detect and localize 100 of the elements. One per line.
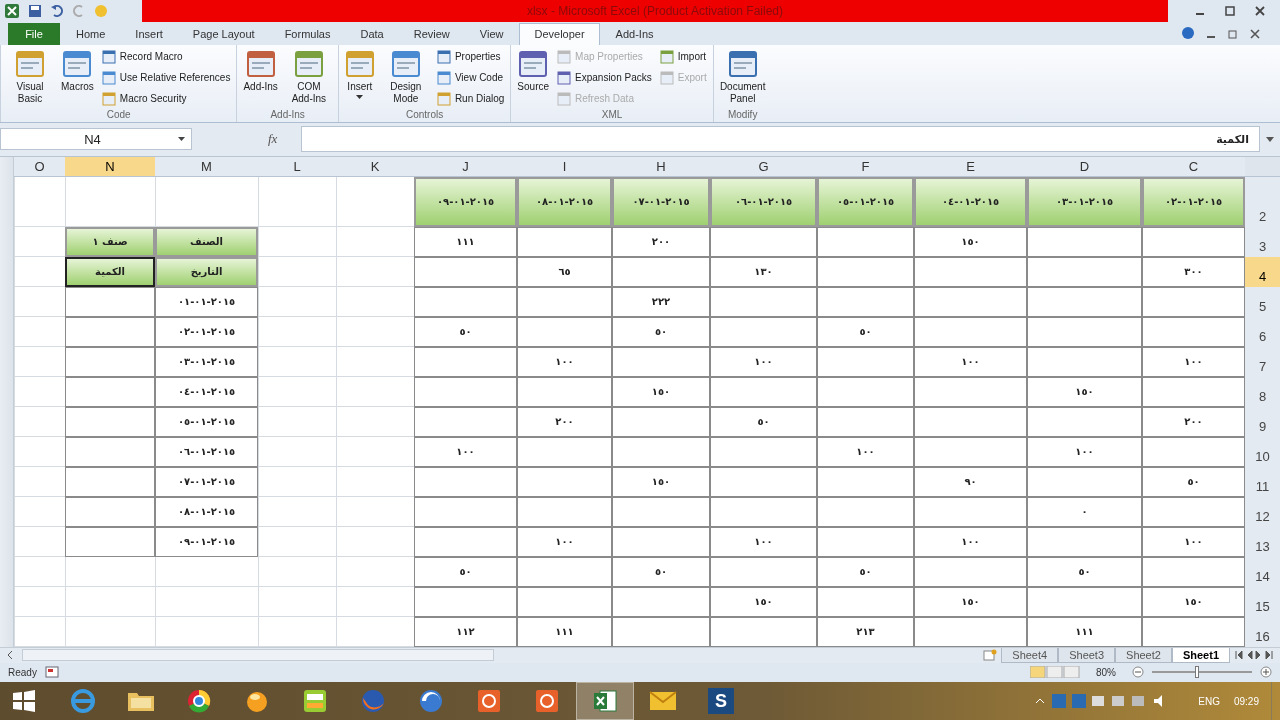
ribbon-tab[interactable]: Developer <box>519 23 600 45</box>
sheet-tab[interactable]: Sheet4 <box>1001 647 1059 663</box>
tab-navigation-icon[interactable] <box>1234 650 1274 661</box>
column-header[interactable]: G <box>710 156 817 177</box>
caret-icon <box>356 95 364 99</box>
close-icon[interactable] <box>1249 28 1261 40</box>
zoom-level[interactable]: 80% <box>1096 666 1116 678</box>
row-header[interactable]: 14 <box>1245 556 1280 587</box>
ribbon-tab[interactable]: Home <box>62 23 120 45</box>
row-header[interactable]: 4 <box>1245 256 1280 287</box>
ribbon-button[interactable]: Properties <box>434 47 507 67</box>
ribbon-button[interactable]: Macro Security <box>99 89 233 109</box>
ribbon-button[interactable]: Use Relative References <box>99 68 233 88</box>
undo-icon[interactable] <box>50 4 64 18</box>
ribbon-tab[interactable]: Data <box>346 23 398 45</box>
expand-icon[interactable] <box>1266 136 1274 142</box>
save-icon[interactable] <box>28 4 42 18</box>
maximize-icon[interactable] <box>1224 5 1236 17</box>
ribbon-button[interactable]: Document Panel <box>717 47 768 107</box>
row-header[interactable]: 13 <box>1245 526 1280 557</box>
column-header[interactable]: K <box>336 156 414 177</box>
window-icon <box>557 92 572 106</box>
status-text: Ready <box>8 666 37 678</box>
column-header[interactable]: M <box>155 156 258 177</box>
sheet-tab[interactable]: Sheet3 <box>1058 647 1116 663</box>
ribbon-tab[interactable]: Review <box>399 23 464 45</box>
help-icon[interactable] <box>1181 26 1195 40</box>
row-header[interactable]: 2 <box>1245 176 1280 227</box>
ribbon-tab[interactable]: Add-Ins <box>601 23 668 45</box>
table-cell: ٠ <box>1027 496 1142 527</box>
column-header[interactable]: N <box>65 156 155 177</box>
ribbon-button[interactable]: Design Mode <box>380 47 431 107</box>
language-indicator[interactable]: ENG <box>1198 695 1220 707</box>
taskbar-app[interactable] <box>576 682 634 720</box>
slider-thumb[interactable] <box>1195 666 1199 679</box>
row-header[interactable]: 5 <box>1245 286 1280 317</box>
scroll-left-icon[interactable] <box>6 650 14 661</box>
globe-icon <box>360 688 386 714</box>
column-header[interactable]: I <box>517 156 612 177</box>
tile-icon <box>302 688 328 714</box>
window-icon <box>15 49 45 79</box>
ribbon-button[interactable]: View Code <box>434 68 507 88</box>
row-header[interactable]: 7 <box>1245 346 1280 377</box>
ribbon-button[interactable]: Record Macro <box>99 47 233 67</box>
column-header[interactable]: D <box>1027 156 1142 177</box>
excel-icon[interactable] <box>4 3 20 19</box>
ribbon-tab[interactable]: Insert <box>121 23 177 45</box>
table-cell: ١٣٠ <box>710 256 817 287</box>
envelope-icon <box>649 690 677 712</box>
column-header[interactable]: J <box>414 156 517 177</box>
row-header[interactable]: 8 <box>1245 376 1280 407</box>
window-icon <box>293 49 324 79</box>
file-tab[interactable]: File <box>8 23 60 45</box>
row-header[interactable]: 11 <box>1245 466 1280 497</box>
column-header[interactable]: E <box>914 156 1027 177</box>
ribbon-button[interactable]: Source <box>515 47 552 95</box>
table-cell: ٢٠١٥-٠١-٠١ <box>155 286 258 317</box>
row-header[interactable]: 12 <box>1245 496 1280 527</box>
column-header[interactable]: L <box>258 156 336 177</box>
close-icon[interactable] <box>1254 5 1266 17</box>
function-button[interactable]: fx <box>268 131 278 148</box>
column-header[interactable]: F <box>817 156 914 177</box>
table-cell: ٢٠٠ <box>517 406 612 437</box>
ribbon-button[interactable]: COM Add-Ins <box>283 47 334 107</box>
zoom-out-icon[interactable] <box>1132 666 1144 679</box>
column-header[interactable]: O <box>14 156 65 177</box>
table-cell: ١٥٠ <box>1027 376 1142 407</box>
taskbar-app[interactable]: S <box>692 682 750 720</box>
header-cell: ٢٠١٥-٠١-٠٤ <box>914 176 1027 227</box>
row-header[interactable]: 15 <box>1245 586 1280 617</box>
ribbon-tab[interactable]: View <box>465 23 518 45</box>
row-header[interactable]: 10 <box>1245 436 1280 467</box>
start-icon[interactable] <box>12 689 36 713</box>
ribbon-button[interactable]: Add-Ins <box>241 47 280 95</box>
zoom-in-icon[interactable] <box>1260 666 1272 679</box>
ribbon-button[interactable]: Macros <box>59 47 96 95</box>
name-box[interactable]: N4 <box>0 128 192 151</box>
ribbon-button[interactable]: Expansion Packs <box>555 68 654 88</box>
row-header[interactable]: 3 <box>1245 226 1280 257</box>
table-cell: ١٠٠ <box>517 346 612 377</box>
ribbon-button[interactable]: Run Dialog <box>434 89 507 109</box>
ribbon-button[interactable]: Import <box>657 47 709 67</box>
column-header[interactable]: H <box>612 156 710 177</box>
column-header[interactable]: C <box>1142 156 1245 177</box>
horizontal-scrollbar[interactable] <box>22 649 494 662</box>
sheet-tab[interactable]: Sheet2 <box>1115 647 1172 663</box>
ribbon-tab[interactable]: Page Layout <box>178 23 269 45</box>
tile-icon <box>476 688 502 714</box>
macro-record-icon[interactable] <box>44 666 59 679</box>
restore-icon[interactable] <box>1227 28 1239 40</box>
sheet-tab[interactable]: Sheet1 <box>1171 647 1230 663</box>
ribbon-button[interactable]: Visual Basic <box>5 47 55 107</box>
ribbon-tab[interactable]: Formulas <box>270 23 345 45</box>
table-cell: ١٥٠ <box>914 226 1027 257</box>
formula-input[interactable]: الكمية <box>301 126 1260 153</box>
ribbon-button[interactable]: Insert <box>342 47 377 101</box>
row-header[interactable]: 16 <box>1245 616 1280 647</box>
row-header[interactable]: 6 <box>1245 316 1280 347</box>
vertical-scrollbar[interactable] <box>0 156 14 647</box>
row-header[interactable]: 9 <box>1245 406 1280 437</box>
